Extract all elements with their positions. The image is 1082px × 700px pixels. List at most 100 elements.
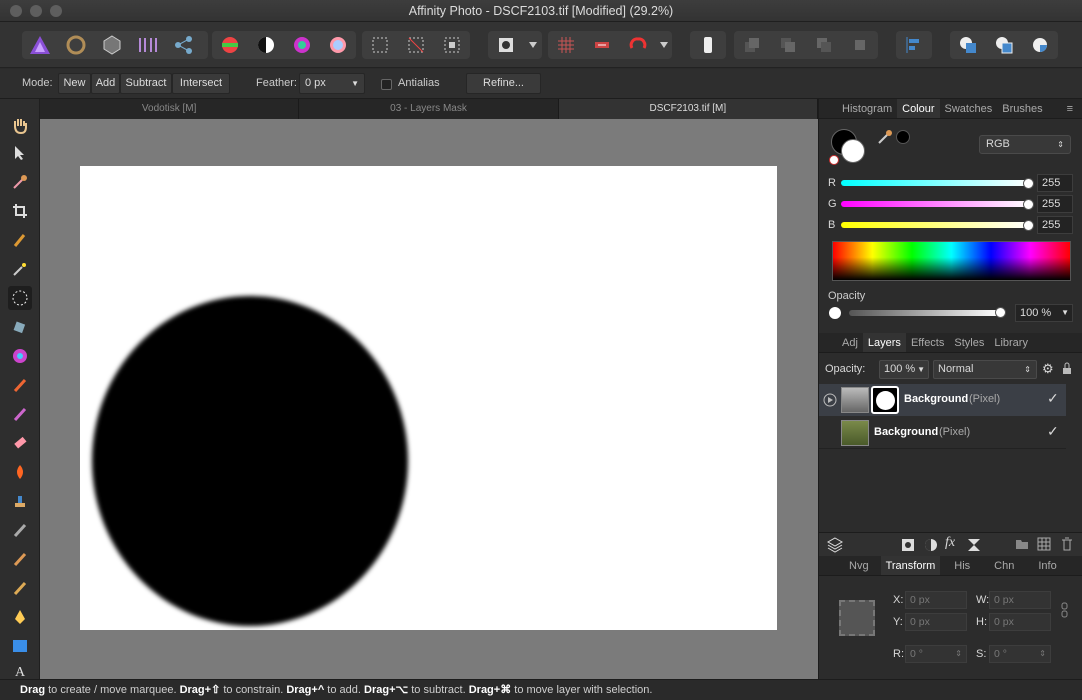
mode-intersect-button[interactable]: Intersect (172, 73, 230, 94)
tab-effects[interactable]: Effects (906, 333, 949, 352)
antialias-checkbox[interactable] (381, 79, 392, 90)
smudge-tool-icon[interactable] (8, 547, 32, 571)
tab-swatches[interactable]: Swatches (940, 99, 998, 118)
group-folder-icon[interactable] (1015, 538, 1029, 553)
close-window-button[interactable] (10, 5, 22, 17)
paint-brush-tool-icon[interactable] (8, 373, 32, 397)
ellipse-marquee-tool-icon[interactable] (8, 286, 32, 310)
add-shape-icon[interactable] (950, 31, 986, 59)
expand-layer-icon[interactable] (823, 393, 837, 410)
tab-layers-mask[interactable]: 03 - Layers Mask (299, 99, 559, 119)
gradient-tool-icon[interactable] (8, 344, 32, 368)
move-to-front-icon[interactable] (842, 31, 878, 59)
tab-info[interactable]: Info (1024, 556, 1070, 575)
gear-icon[interactable]: ⚙ (1042, 361, 1054, 377)
liquify-persona-icon[interactable] (58, 31, 94, 59)
grid-icon[interactable] (548, 31, 584, 59)
tab-styles[interactable]: Styles (949, 333, 989, 352)
tab-dscf2103[interactable]: DSCF2103.tif [M] (558, 99, 818, 119)
eyedropper-icon[interactable] (877, 129, 893, 148)
fx-icon[interactable]: fx (945, 535, 955, 551)
secondary-colour-well[interactable] (841, 139, 865, 163)
snapping-magnet-icon[interactable] (620, 31, 656, 59)
chevron-down-icon[interactable] (656, 31, 672, 59)
zoom-window-button[interactable] (50, 5, 62, 17)
green-slider[interactable] (841, 201, 1029, 207)
trash-icon[interactable] (1061, 537, 1073, 554)
red-slider-handle[interactable] (1023, 178, 1034, 189)
colour-spectrum[interactable] (832, 241, 1071, 281)
blue-slider[interactable] (841, 222, 1029, 228)
force-pixel-icon[interactable] (690, 31, 726, 59)
tab-histogram[interactable]: Histogram (837, 99, 897, 118)
invert-selection-icon[interactable] (434, 31, 470, 59)
color-replacement-tool-icon[interactable] (8, 402, 32, 426)
levels-icon[interactable] (212, 31, 248, 59)
quick-mask-icon[interactable] (488, 31, 524, 59)
rotation-field[interactable]: 0 ° ⇕ (905, 645, 967, 663)
rectangle-tool-icon[interactable] (8, 634, 32, 658)
tab-colour[interactable]: Colour (897, 99, 940, 118)
anchor-selector[interactable] (839, 600, 875, 636)
subtract-shape-icon[interactable] (986, 31, 1022, 59)
move-tool-icon[interactable] (8, 141, 32, 165)
tab-adj[interactable]: Adj (837, 333, 863, 352)
liquify-brush-tool-icon[interactable] (8, 576, 32, 600)
blend-mode-select[interactable]: Normal ⇕ (933, 360, 1037, 379)
align-icon[interactable] (896, 31, 932, 59)
selection-brush-tool-icon[interactable] (8, 228, 32, 252)
adjustment-layer-icon[interactable] (924, 538, 938, 555)
white-balance-icon[interactable] (320, 31, 356, 59)
live-filter-icon[interactable] (967, 538, 981, 555)
erase-brush-tool-icon[interactable] (8, 431, 32, 455)
no-fill-icon[interactable] (829, 155, 839, 165)
layer-row-background-mask[interactable]: Background (Pixel) ✓ (819, 384, 1066, 416)
tab-history[interactable]: His (940, 556, 984, 575)
photo-persona-icon[interactable] (22, 31, 58, 59)
layer-opacity-select[interactable]: 100 % ▼ (879, 360, 929, 379)
lock-icon[interactable] (1062, 362, 1072, 378)
tab-brushes[interactable]: Brushes (997, 99, 1047, 118)
layer-row-background-pixel[interactable]: Background (Pixel) ✓ (819, 417, 1066, 449)
tab-channels[interactable]: Chn (984, 556, 1024, 575)
blemish-removal-tool-icon[interactable] (8, 518, 32, 542)
tone-mapping-persona-icon[interactable] (130, 31, 166, 59)
export-persona-icon[interactable] (166, 31, 202, 59)
move-to-back-icon[interactable] (734, 31, 770, 59)
w-field[interactable]: 0 px (989, 591, 1051, 609)
colour-model-select[interactable]: RGB ⇕ (979, 135, 1071, 154)
color-picker-tool-icon[interactable] (8, 170, 32, 194)
canvas-area[interactable] (40, 119, 818, 679)
burn-brush-tool-icon[interactable] (8, 460, 32, 484)
y-field[interactable]: 0 px (905, 613, 967, 631)
x-field[interactable]: 0 px (905, 591, 967, 609)
green-value[interactable]: 255 (1037, 195, 1073, 213)
tab-navigator[interactable]: Nvg (837, 556, 881, 575)
develop-persona-icon[interactable] (94, 31, 130, 59)
deselect-icon[interactable] (398, 31, 434, 59)
panel-menu-icon[interactable]: ≡ (1062, 99, 1078, 119)
minimize-window-button[interactable] (30, 5, 42, 17)
clone-brush-tool-icon[interactable] (8, 489, 32, 513)
flood-select-tool-icon[interactable] (8, 257, 32, 281)
refine-button[interactable]: Refine... (466, 73, 541, 94)
shear-field[interactable]: 0 ° ⇕ (989, 645, 1051, 663)
move-back-icon[interactable] (770, 31, 806, 59)
mode-add-button[interactable]: Add (91, 73, 120, 94)
tab-vodotisk[interactable]: Vodotisk [M] (40, 99, 300, 119)
mode-subtract-button[interactable]: Subtract (120, 73, 172, 94)
visibility-checkbox[interactable]: ✓ (1047, 423, 1059, 440)
layers-stack-icon[interactable] (826, 537, 844, 556)
tab-library[interactable]: Library (989, 333, 1033, 352)
select-all-icon[interactable] (362, 31, 398, 59)
intersect-shape-icon[interactable] (1022, 31, 1058, 59)
red-value[interactable]: 255 (1037, 174, 1073, 192)
red-slider[interactable] (841, 180, 1029, 186)
link-icon[interactable] (1061, 602, 1069, 621)
blue-value[interactable]: 255 (1037, 216, 1073, 234)
black-white-icon[interactable] (248, 31, 284, 59)
mode-new-button[interactable]: New (58, 73, 91, 94)
hand-tool-icon[interactable] (8, 113, 32, 137)
green-slider-handle[interactable] (1023, 199, 1034, 210)
move-forward-icon[interactable] (806, 31, 842, 59)
